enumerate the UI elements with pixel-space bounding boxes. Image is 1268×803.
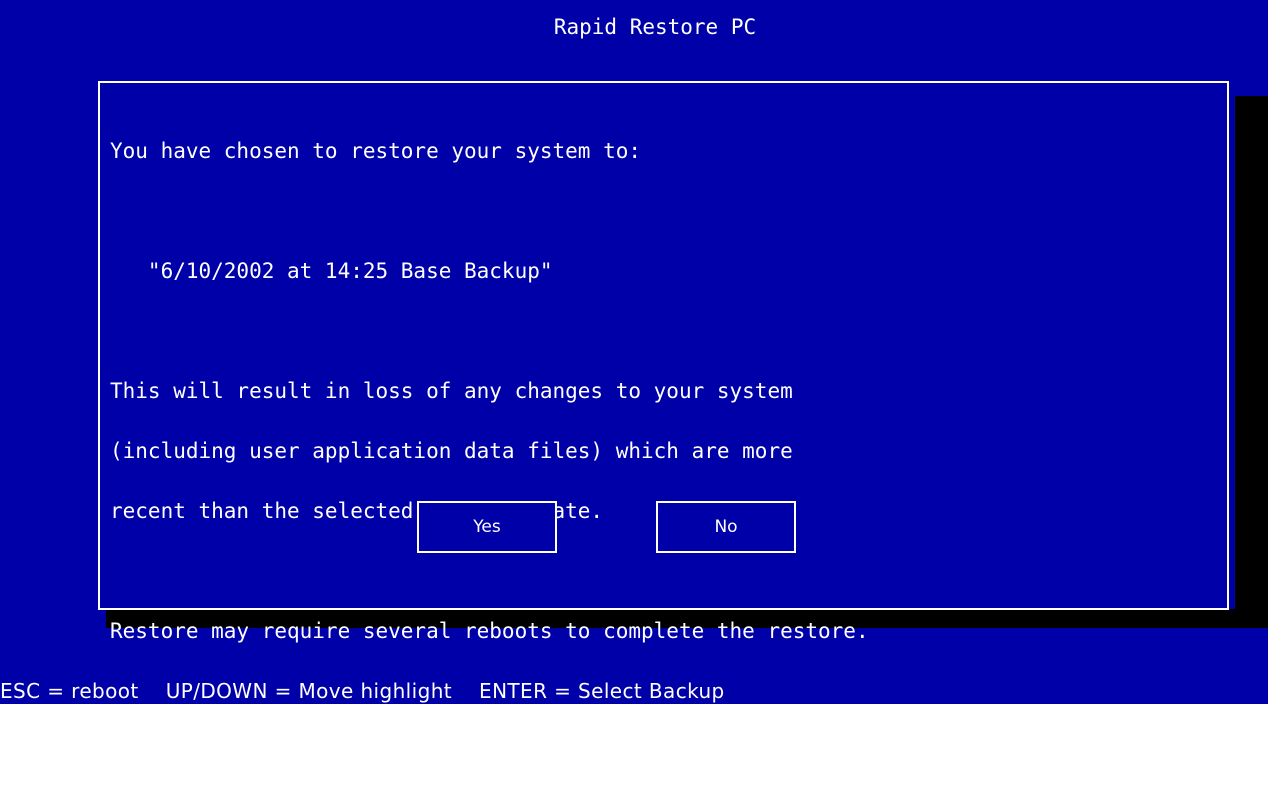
restore-confirm-dialog: You have chosen to restore your system t… <box>98 81 1229 762</box>
backup-name: "6/10/2002 at 14:25 Base Backup" <box>110 259 553 283</box>
dialog-shadow-right <box>1235 96 1268 628</box>
dialog-intro: You have chosen to restore your system t… <box>110 139 642 163</box>
no-button[interactable]: No <box>656 501 796 553</box>
confirm-question: Would you like to perform the restore? <box>110 739 591 763</box>
reboot-note: Restore may require several reboots to c… <box>110 619 869 643</box>
key-help-statusbar: ESC = reboot UP/DOWN = Move highlight EN… <box>0 679 725 703</box>
warning-line-2: (including user application data files) … <box>110 439 793 463</box>
app-title: Rapid Restore PC <box>553 15 757 39</box>
warning-line-1: This will result in loss of any changes … <box>110 379 793 403</box>
yes-button[interactable]: Yes <box>417 501 557 553</box>
dos-screen: Rapid Restore PC You have chosen to rest… <box>0 0 1268 762</box>
